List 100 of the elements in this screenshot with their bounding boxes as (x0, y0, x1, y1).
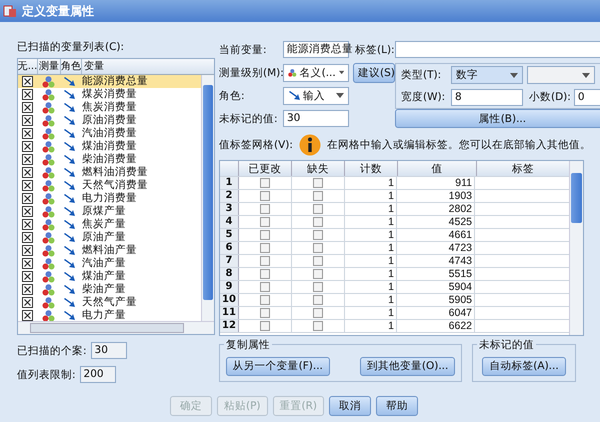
copy-button[interactable]: 从另一个变量(F)... (226, 356, 330, 376)
checkbox[interactable] (260, 321, 270, 331)
column-header[interactable]: 计数 (345, 161, 398, 176)
width-field[interactable]: 8 (451, 88, 523, 106)
variable-row[interactable]: 汽油产量 (18, 257, 201, 270)
copy-button[interactable]: 到其他变量(O)... (360, 356, 456, 376)
arrow-icon (63, 232, 75, 242)
variable-row[interactable]: 煤油消费量 (18, 140, 201, 153)
column-header[interactable]: 无... (18, 59, 38, 74)
checkbox[interactable] (22, 193, 33, 204)
variable-row[interactable]: 柴油产量 (18, 283, 201, 296)
checkbox[interactable] (22, 310, 33, 321)
checkbox[interactable] (22, 232, 33, 243)
group-title: 未标记的值 (477, 338, 536, 352)
checkbox[interactable] (260, 282, 270, 292)
decimals-field[interactable]: 0 (574, 88, 600, 106)
checkbox[interactable] (22, 154, 33, 165)
variable-row[interactable]: 煤油产量 (18, 270, 201, 283)
variable-row[interactable]: 能源消费总量 (18, 75, 201, 88)
role-label: 角色: (219, 88, 246, 102)
column-header[interactable]: 测量 (38, 59, 61, 74)
column-header[interactable]: 值 (398, 161, 477, 176)
variable-row[interactable]: 燃料油产量 (18, 244, 201, 257)
checkbox[interactable] (260, 204, 270, 214)
column-header[interactable]: 变量 (82, 59, 214, 74)
checkbox[interactable] (260, 191, 270, 201)
checkbox[interactable] (260, 178, 270, 188)
checkbox[interactable] (313, 321, 323, 331)
checkbox[interactable] (22, 128, 33, 139)
unlabeled-field[interactable]: 30 (283, 110, 349, 127)
suggest-button[interactable]: 建议(S) (353, 62, 395, 82)
cases-field[interactable]: 30 (90, 342, 127, 359)
measure-dropdown[interactable]: 名义(... (283, 64, 349, 82)
type-dropdown[interactable]: 数字 (451, 66, 523, 84)
checkbox[interactable] (22, 141, 33, 152)
checkbox[interactable] (313, 256, 323, 266)
variable-row[interactable]: 柴油消费量 (18, 153, 201, 166)
checkbox[interactable] (260, 243, 270, 253)
checkbox[interactable] (313, 269, 323, 279)
variable-row[interactable]: 天然气消费量 (18, 179, 201, 192)
attributes-button[interactable]: 属性(B)... (395, 109, 600, 128)
checkbox[interactable] (313, 295, 323, 305)
variable-row[interactable]: 原煤产量 (18, 205, 201, 218)
checkbox[interactable] (22, 245, 33, 256)
checkbox[interactable] (313, 282, 323, 292)
checkbox[interactable] (313, 217, 323, 227)
dialog-button[interactable]: 取消 (329, 396, 372, 416)
dialog-button[interactable]: 帮助 (376, 396, 418, 416)
checkbox[interactable] (313, 243, 323, 253)
checkbox[interactable] (260, 256, 270, 266)
checkbox[interactable] (22, 258, 33, 269)
checkbox[interactable] (260, 295, 270, 305)
checkbox[interactable] (22, 115, 33, 126)
checkbox[interactable] (260, 230, 270, 240)
row-header: 12 (220, 320, 239, 332)
checkbox[interactable] (22, 89, 33, 100)
column-header[interactable]: 标签 (477, 161, 569, 176)
scrollbar[interactable] (18, 321, 214, 334)
checkbox[interactable] (260, 269, 270, 279)
variable-list[interactable]: 无... 测量 角色 变量 能源消费总量 煤炭消费量 焦炭消费量 原油消费量 汽油消费量 煤油消费量 柴油消费量 燃料油消费量 天然气消费量 电力消费量 原煤产量 焦炭产量 原油产量 燃料油产量 汽油产量 煤油产量 柴油产量 天然气产量 电力产量 (17, 58, 215, 335)
caret-icon (510, 72, 518, 78)
checkbox[interactable] (22, 271, 33, 282)
label-field[interactable] (395, 41, 600, 58)
checkbox[interactable] (313, 178, 323, 188)
variable-row[interactable]: 煤炭消费量 (18, 88, 201, 101)
variable-row[interactable]: 天然气产量 (18, 296, 201, 309)
checkbox[interactable] (22, 219, 33, 230)
checkbox[interactable] (22, 167, 33, 178)
checkbox[interactable] (22, 284, 33, 295)
scrollbar[interactable] (569, 161, 583, 335)
checkbox[interactable] (260, 217, 270, 227)
checkbox[interactable] (22, 297, 33, 308)
column-header[interactable]: 角色 (61, 59, 82, 74)
variable-row[interactable]: 焦炭消费量 (18, 101, 201, 114)
role-dropdown[interactable]: 输入 (283, 86, 349, 104)
variable-row[interactable]: 汽油消费量 (18, 127, 201, 140)
checkbox[interactable] (313, 308, 323, 318)
checkbox[interactable] (313, 204, 323, 214)
variable-row[interactable]: 焦炭产量 (18, 218, 201, 231)
auto-label-button[interactable]: 自动标签(A)... (482, 356, 566, 376)
window-title: 定义变量属性 (22, 2, 94, 20)
checkbox[interactable] (22, 76, 33, 87)
checkbox[interactable] (313, 230, 323, 240)
limit-field[interactable]: 200 (80, 366, 116, 383)
checkbox[interactable] (22, 102, 33, 113)
variable-row[interactable]: 电力产量 (18, 309, 201, 321)
table-cell: 1 (345, 229, 397, 241)
checkbox[interactable] (260, 308, 270, 318)
column-header[interactable]: 已更改 (239, 161, 292, 176)
variable-row[interactable]: 原油消费量 (18, 114, 201, 127)
checkbox[interactable] (313, 191, 323, 201)
checkbox[interactable] (22, 206, 33, 217)
arrow-icon (63, 220, 75, 230)
scrollbar[interactable] (201, 75, 214, 321)
variable-row[interactable]: 燃料油消费量 (18, 166, 201, 179)
variable-row[interactable]: 原油产量 (18, 231, 201, 244)
column-header[interactable]: 缺失 (292, 161, 345, 176)
balls-icon (42, 284, 54, 296)
variable-row[interactable]: 电力消费量 (18, 192, 201, 205)
checkbox[interactable] (22, 180, 33, 191)
